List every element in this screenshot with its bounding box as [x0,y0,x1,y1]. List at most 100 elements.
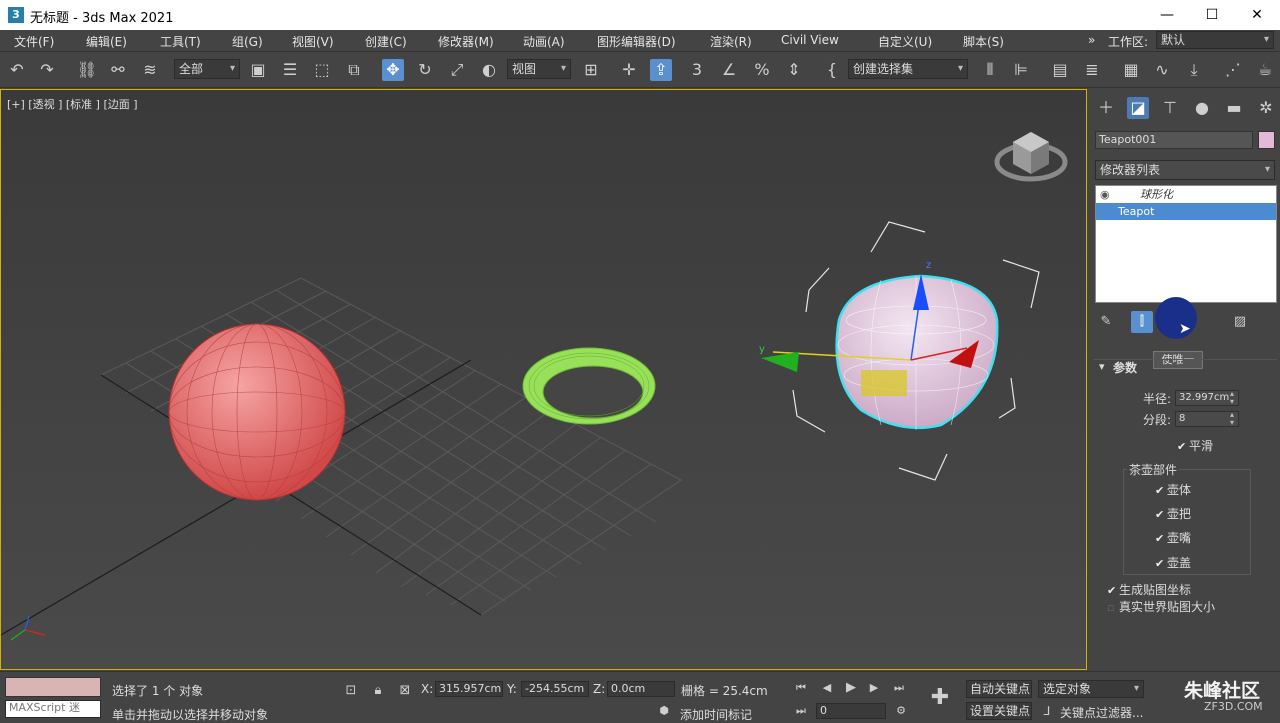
time-tag-icon[interactable]: ⬢ [655,702,673,720]
reference-coord-dropdown[interactable]: 视图 [507,59,571,79]
show-end-result-icon[interactable]: ⫿ [1131,311,1153,333]
rect-selection-icon[interactable]: ⬚ [311,59,333,81]
key-selection-dropdown[interactable]: 选定对象 [1038,680,1144,698]
pivot-center-icon[interactable]: ⊞ [580,59,602,81]
stack-item-teapot[interactable]: Teapot [1096,203,1276,220]
maxscript-listener[interactable] [5,677,101,697]
redo-icon[interactable]: ↷ [36,59,58,81]
spinner-snap-icon[interactable]: ⇕ [783,59,805,81]
perspective-viewport[interactable]: [+] [透视 ] [标准 ] [边面 ] y z [0,89,1087,670]
select-by-name-icon[interactable]: ☰ [279,59,301,81]
select-manipulate-icon[interactable]: ✛ [618,59,640,81]
goto-start-icon[interactable]: ⏮ [790,677,812,699]
handle-checkbox[interactable]: ✔ 壶把 [1155,505,1191,522]
menu-overflow-icon[interactable]: » [1088,33,1095,47]
edit-named-sets-icon[interactable]: { [821,59,843,81]
bind-spacewarp-icon[interactable]: ≋ [139,59,161,81]
spout-checkbox[interactable]: ✔ 壶嘴 [1155,529,1191,546]
goto-end-icon[interactable]: ⏭ [888,677,910,699]
toggle-ribbon-icon[interactable]: ≣ [1081,59,1103,81]
z-coordinate-field[interactable]: 0.0cm [607,681,675,697]
auto-key-button[interactable]: 自动关键点 [966,680,1032,698]
window-crossing-icon[interactable]: ⧉ [343,59,365,81]
generate-mapping-checkbox[interactable]: ✔ 生成贴图坐标 [1107,581,1191,598]
object-name-input[interactable]: Teapot001 [1095,131,1253,149]
menu-file[interactable]: 文件(F) [14,33,54,50]
key-mode-icon[interactable]: ⏭ [790,700,812,722]
maxscript-mini-listener[interactable]: MAXScript 迷 [5,700,101,718]
render-setup-icon[interactable]: ⋰ [1222,59,1244,81]
rollout-title[interactable]: 参数 [1113,359,1137,376]
menu-tools[interactable]: 工具(T) [160,33,201,50]
menu-create[interactable]: 创建(C) [365,33,407,50]
unlink-icon[interactable]: ⚯ [107,59,129,81]
object-color-swatch[interactable] [1258,131,1275,149]
select-and-rotate-icon[interactable]: ↻ [414,59,436,81]
menu-edit[interactable]: 编辑(E) [86,33,127,50]
x-coordinate-field[interactable]: 315.957cm [435,681,503,697]
next-frame-icon[interactable]: ▶ [863,677,885,699]
minimize-button[interactable]: — [1144,0,1190,30]
menu-views[interactable]: 视图(V) [292,33,334,50]
select-and-place-icon[interactable]: ◐ [478,59,500,81]
snaps-toggle-icon[interactable]: 3 [686,59,708,81]
eye-icon[interactable]: ◉ [1100,186,1110,203]
isolate-selection-icon[interactable]: ⊡ [340,680,362,702]
selection-filter-dropdown[interactable]: 全部 [174,59,240,79]
menu-graph-editors[interactable]: 图形编辑器(D) [597,33,676,50]
selection-lock-icon[interactable]: 🔒︎ [367,680,389,702]
schematic-view-icon[interactable]: ∿ [1151,59,1173,81]
body-checkbox[interactable]: ✔ 壶体 [1155,481,1191,498]
stack-item-spherify[interactable]: ◉ 球形化 [1096,186,1276,203]
select-and-scale-icon[interactable]: ⤢ [446,59,468,81]
render-icon[interactable]: ☕ [1254,59,1276,81]
segments-spinner[interactable]: 8 [1175,411,1239,427]
time-config-icon[interactable]: ⚙ [890,700,912,722]
key-filter-icon[interactable]: ⅃ [1038,700,1056,722]
undo-icon[interactable]: ↶ [6,59,28,81]
pin-stack-icon[interactable]: ✎ [1095,311,1117,333]
radius-spinner[interactable]: 32.997cm [1175,390,1239,406]
modifier-list-dropdown[interactable]: 修改器列表 [1095,160,1275,180]
set-key-button[interactable]: 设置关键点 [966,702,1032,720]
menu-animation[interactable]: 动画(A) [523,33,565,50]
menu-customize[interactable]: 自定义(U) [878,33,932,50]
lid-checkbox[interactable]: ✔ 壶盖 [1155,554,1191,571]
layer-explorer-icon[interactable]: ▤ [1049,59,1071,81]
select-object-icon[interactable]: ▣ [247,59,269,81]
current-frame-field[interactable]: 0 [816,703,886,719]
rollout-collapse-icon[interactable]: ▾ [1099,360,1105,373]
link-icon[interactable]: ⛓ [76,59,98,81]
maximize-button[interactable]: ☐ [1189,0,1235,30]
set-key-icon[interactable]: ✚ [926,684,954,712]
smooth-checkbox[interactable]: ✔ 平滑 [1177,437,1213,454]
material-editor-icon[interactable]: ⤓ [1183,59,1205,81]
align-icon[interactable]: ⊫ [1010,59,1032,81]
create-tab-icon[interactable]: ＋ [1095,97,1117,119]
menu-civil-view[interactable]: Civil View [781,33,839,47]
select-and-move-icon[interactable]: ✥ [382,59,404,81]
workspace-dropdown[interactable]: 默认 [1156,31,1274,49]
menu-rendering[interactable]: 渲染(R) [710,33,752,50]
angle-snap-icon[interactable]: ∠ [718,59,740,81]
real-world-map-checkbox[interactable]: ▫ 真实世界贴图大小 [1107,598,1215,615]
utilities-tab-icon[interactable]: ✲ [1255,97,1277,119]
configure-sets-icon[interactable]: ▨ [1229,311,1251,333]
absolute-mode-icon[interactable]: ⊠ [394,680,416,702]
close-button[interactable]: ✕ [1234,0,1280,30]
named-selection-dropdown[interactable]: 创建选择集 [848,59,968,79]
menu-group[interactable]: 组(G) [232,33,263,50]
previous-frame-icon[interactable]: ◀ [816,677,838,699]
keyboard-shortcut-icon[interactable]: ⇪ [650,59,672,81]
hierarchy-tab-icon[interactable]: ⊤ [1159,97,1181,119]
y-coordinate-field[interactable]: -254.55cm [521,681,589,697]
scene-canvas[interactable]: y z [1,90,1086,669]
menu-scripting[interactable]: 脚本(S) [963,33,1004,50]
add-time-tag[interactable]: 添加时间标记 [680,706,752,723]
mirror-icon[interactable]: ⫴ [979,59,1001,81]
modify-tab-icon[interactable]: ◪ [1127,97,1149,119]
menu-modifiers[interactable]: 修改器(M) [438,33,494,50]
percent-snap-icon[interactable]: % [751,59,773,81]
play-icon[interactable]: ▶ [840,677,862,699]
key-filters-button[interactable]: 关键点过滤器... [1060,704,1143,721]
